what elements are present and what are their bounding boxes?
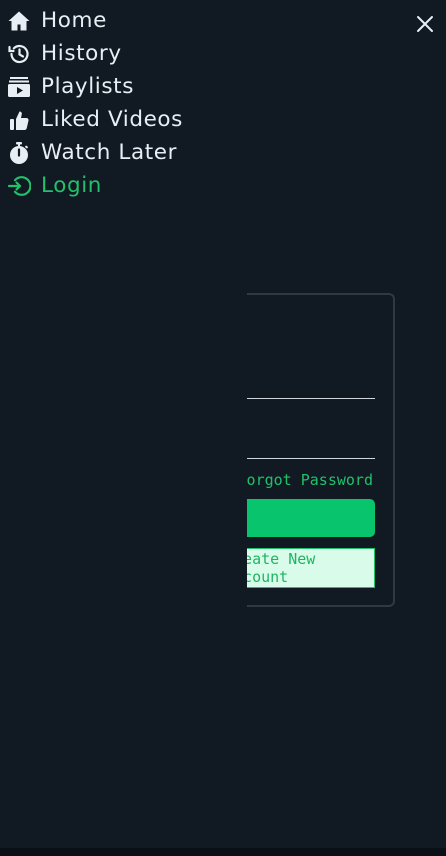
nav-item-watch-later[interactable]: Watch Later [0, 136, 247, 169]
history-icon [7, 42, 31, 66]
nav-item-home[interactable]: Home [0, 4, 247, 37]
nav-item-label: Liked Videos [41, 107, 183, 132]
nav-item-playlists[interactable]: Playlists [0, 70, 247, 103]
app-page: Forgot Password Create New Account Home [0, 0, 446, 856]
nav-item-label: Playlists [41, 74, 135, 99]
nav-item-label: Home [41, 8, 107, 33]
close-icon[interactable] [414, 13, 436, 35]
login-icon [7, 174, 31, 198]
nav-item-label: Login [41, 173, 103, 198]
nav-item-liked-videos[interactable]: Liked Videos [0, 103, 247, 136]
nav-item-history[interactable]: History [0, 37, 247, 70]
nav-item-login[interactable]: Login [0, 169, 247, 202]
forgot-password-link[interactable]: Forgot Password [238, 471, 373, 489]
side-drawer: Home History Playlists Liked Videos Watc… [0, 4, 247, 848]
thumbs-up-icon [7, 108, 31, 132]
stopwatch-icon [7, 141, 31, 165]
nav-item-label: History [41, 41, 122, 66]
nav-item-label: Watch Later [41, 140, 178, 165]
playlist-icon [7, 75, 31, 99]
bottom-bar [0, 848, 446, 856]
home-icon [7, 9, 31, 33]
